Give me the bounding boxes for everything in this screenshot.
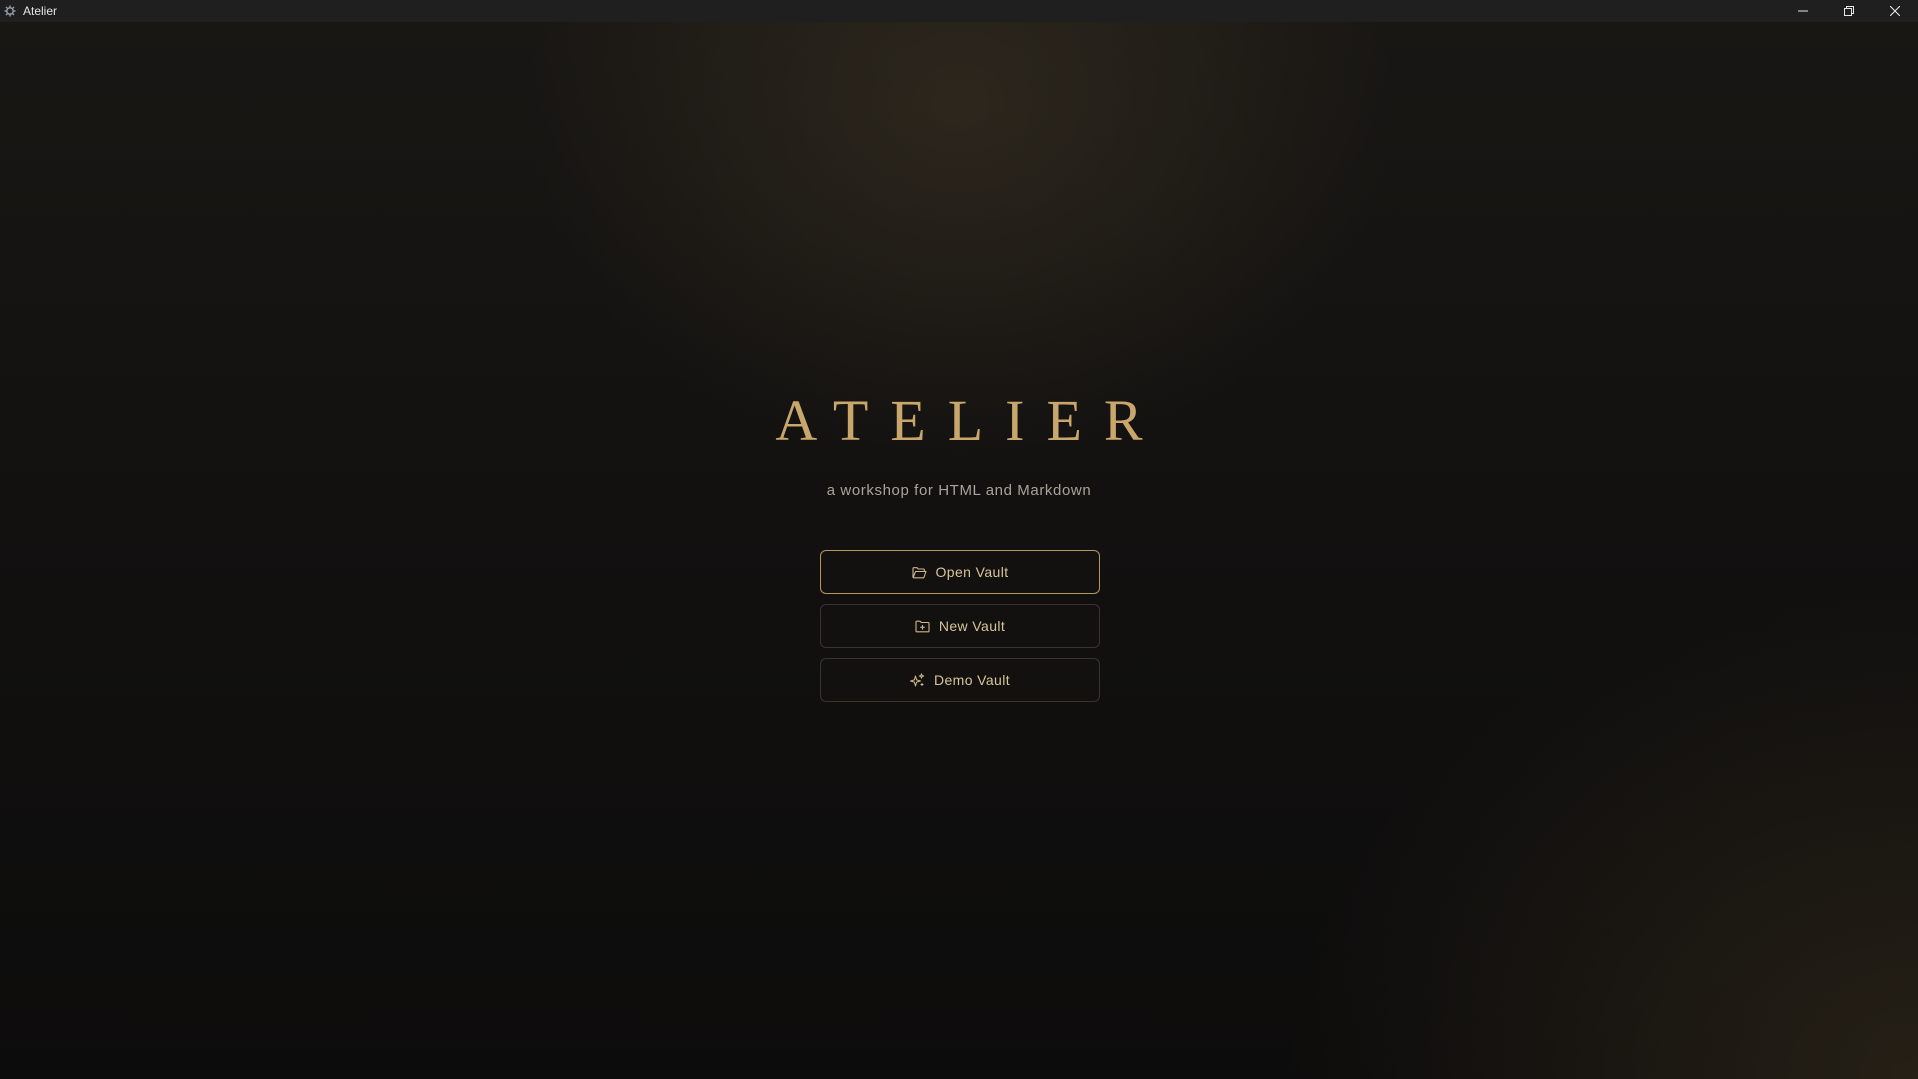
- welcome-screen: ATELIER a workshop for HTML and Markdown…: [0, 22, 1918, 1079]
- window-title: Atelier: [23, 4, 58, 18]
- gear-icon: [4, 5, 16, 17]
- minimize-icon: [1798, 6, 1808, 16]
- close-icon: [1890, 6, 1900, 16]
- brand-title: ATELIER: [775, 388, 1165, 453]
- folder-plus-icon: [915, 618, 931, 634]
- new-vault-button[interactable]: New Vault: [820, 604, 1100, 648]
- close-button[interactable]: [1872, 0, 1918, 22]
- demo-vault-button[interactable]: Demo Vault: [820, 658, 1100, 702]
- demo-vault-label: Demo Vault: [933, 672, 1011, 688]
- minimize-button[interactable]: [1780, 0, 1826, 22]
- restore-button[interactable]: [1826, 0, 1872, 22]
- restore-icon: [1844, 6, 1854, 16]
- tagline: a workshop for HTML and Markdown: [826, 482, 1092, 499]
- hero: ATELIER a workshop for HTML and Markdown: [0, 388, 1918, 500]
- app-window: Atelier ATELIER a workshop for HTML and …: [0, 0, 1918, 1079]
- folder-open-icon: [911, 564, 927, 580]
- open-vault-label: Open Vault: [935, 564, 1009, 580]
- title-bar[interactable]: Atelier: [0, 0, 1918, 22]
- new-vault-label: New Vault: [938, 618, 1006, 634]
- sparkles-icon: [910, 672, 926, 688]
- vault-actions: Open Vault New Vault Demo Vault: [820, 550, 1100, 712]
- open-vault-button[interactable]: Open Vault: [820, 550, 1100, 594]
- window-controls: [1780, 0, 1918, 22]
